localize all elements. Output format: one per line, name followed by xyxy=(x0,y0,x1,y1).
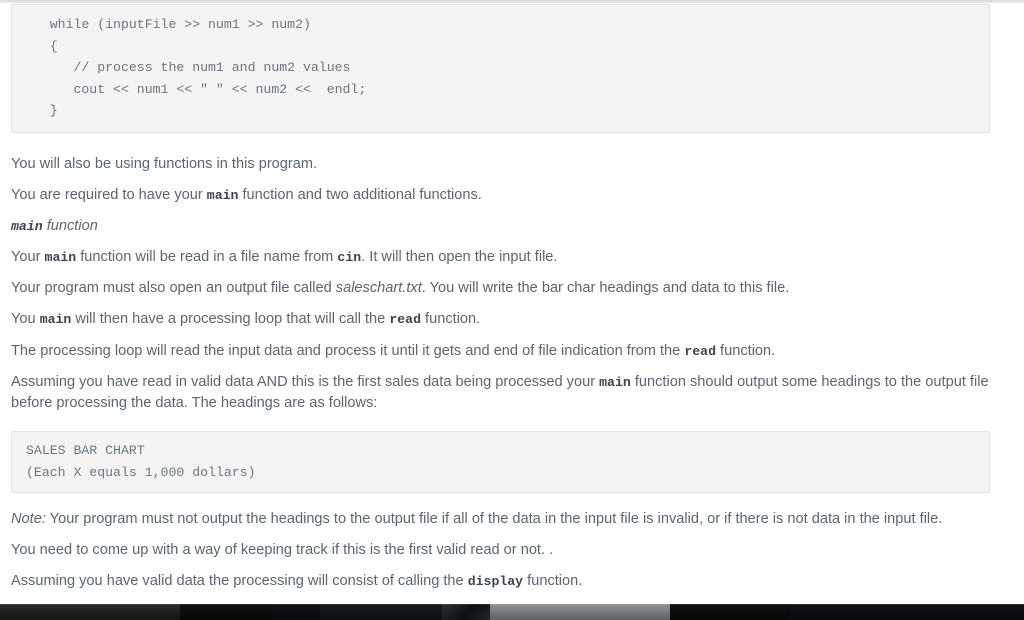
inline-code-main: main xyxy=(44,249,77,265)
paragraph-eof-indication-part-a: The processing loop will read the input … xyxy=(11,342,685,359)
section-heading-main-function-text: function xyxy=(42,217,98,234)
filename-saleschart: saleschart.txt xyxy=(335,279,422,296)
inline-code-read: read xyxy=(389,311,421,327)
paragraph-main-reads-filename-part-b: function will be read in a file name fro… xyxy=(76,248,338,265)
taskbar-segment xyxy=(442,604,490,620)
paragraph-processing-loop-read-part-a: You xyxy=(11,310,40,327)
inline-code-cin: cin xyxy=(337,249,362,265)
paragraph-processing-loop-read-part-c: function. xyxy=(421,310,481,327)
paragraph-track-first-read-text: You need to come up with a way of keepin… xyxy=(11,542,554,559)
inline-code-main: main xyxy=(39,311,72,327)
paragraph-functions-intro-text: You will also be using functions in this… xyxy=(11,155,318,172)
paragraph-main-requirement: You are required to have your main funct… xyxy=(0,185,1024,206)
taskbar-segment xyxy=(180,604,272,620)
inline-code-display: display xyxy=(467,574,524,590)
paragraph-note-invalid-data: Note: Your program must not output the h… xyxy=(0,509,1024,530)
paragraph-main-requirement-part-a: You are required to have your xyxy=(11,186,207,203)
code-block-while-loop: while (inputFile >> num1 >> num2) { // p… xyxy=(11,4,990,133)
paragraph-eof-indication: The processing loop will read the input … xyxy=(0,341,1024,362)
paragraph-functions-intro: You will also be using functions in this… xyxy=(0,154,1024,175)
code-block-sales-bar-chart-text: SALES BAR CHART (Each X equals 1,000 dol… xyxy=(26,442,256,480)
taskbar-segment xyxy=(0,604,180,620)
paragraph-main-reads-filename-part-c: . It will then open the input file. xyxy=(361,248,558,265)
bottom-cutoff-taskbar[interactable] xyxy=(0,604,1024,620)
code-block-sales-bar-chart: SALES BAR CHART (Each X equals 1,000 dol… xyxy=(11,430,990,494)
inline-code-main: main xyxy=(206,187,239,203)
paragraph-note-invalid-data-text: Your program must not output the heading… xyxy=(45,511,943,528)
paragraph-headings-output: Assuming you have read in valid data AND… xyxy=(0,372,1024,414)
paragraph-headings-output-part-a: Assuming you have read in valid data AND… xyxy=(11,373,600,390)
taskbar-segment xyxy=(670,604,790,620)
note-label: Note: xyxy=(11,511,46,528)
paragraph-main-reads-filename: Your main function will be read in a fil… xyxy=(0,247,1024,268)
taskbar-segment xyxy=(790,604,1024,620)
paragraph-display-function: Assuming you have valid data the process… xyxy=(0,571,1024,592)
paragraph-processing-loop-read: You main will then have a processing loo… xyxy=(0,309,1024,330)
taskbar-segment xyxy=(320,604,442,620)
document-body: while (inputFile >> num1 >> num2) { // p… xyxy=(0,4,1024,592)
paragraph-eof-indication-part-b: function. xyxy=(716,342,776,359)
paragraph-main-requirement-part-b: function and two additional functions. xyxy=(238,186,482,203)
taskbar-segment xyxy=(490,604,670,620)
paragraph-output-file-part-a: Your program must also open an output fi… xyxy=(11,279,336,296)
inline-code-read: read xyxy=(684,343,716,359)
paragraph-output-file-part-b: . You will write the bar char headings a… xyxy=(421,279,790,296)
paragraph-display-function-part-a: Assuming you have valid data the process… xyxy=(11,573,468,590)
inline-code-main: main xyxy=(599,374,631,390)
taskbar-top-hairline xyxy=(0,604,1024,605)
paragraph-display-function-part-b: function. xyxy=(523,573,583,590)
section-heading-main-function: main function xyxy=(0,216,1024,237)
paragraph-processing-loop-read-part-b: will then have a processing loop that wi… xyxy=(71,310,390,327)
code-block-while-loop-text: while (inputFile >> num1 >> num2) { // p… xyxy=(49,17,367,119)
taskbar-segment xyxy=(272,604,320,620)
paragraph-main-reads-filename-part-a: Your xyxy=(11,248,45,265)
inline-code-main-heading: main xyxy=(11,218,43,234)
paragraph-track-first-read: You need to come up with a way of keepin… xyxy=(0,540,1024,561)
paragraph-output-file: Your program must also open an output fi… xyxy=(0,278,1024,299)
